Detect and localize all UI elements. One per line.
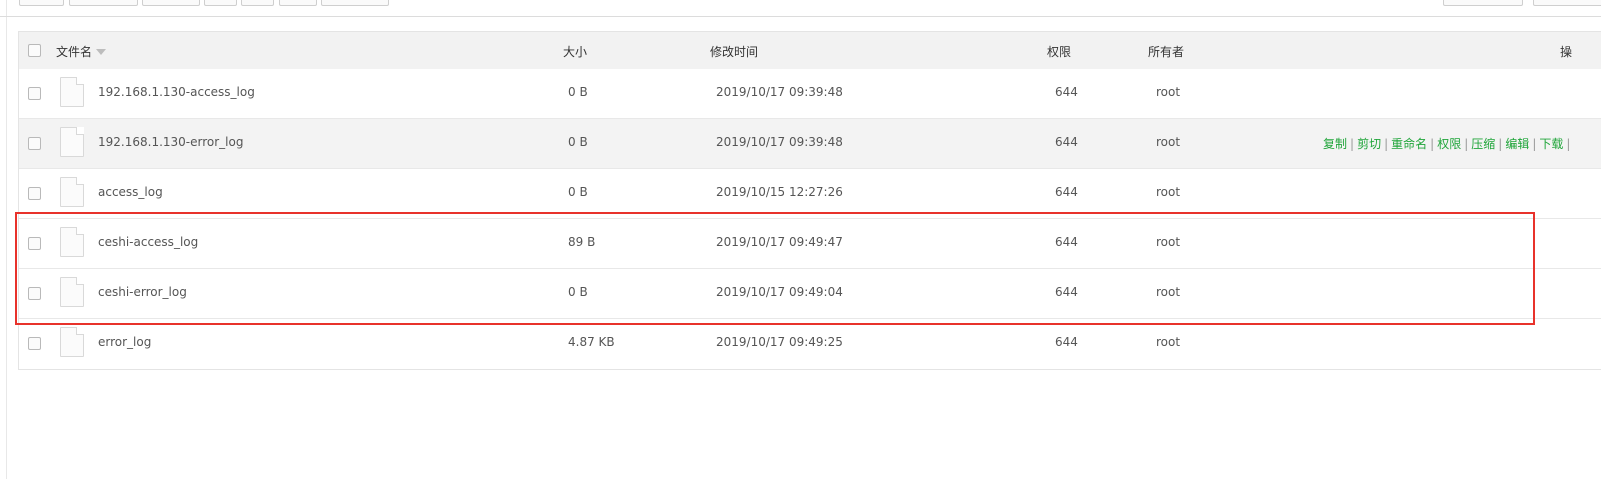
row-actions: 复制 | 剪切 | 重命名 | 权限 | 压缩 | 编辑 | 下载 | [1323,135,1573,152]
header-operations: 操 [1560,45,1573,59]
toolbar-button-right-1[interactable] [1443,0,1523,6]
rename-link[interactable]: 重命名 [1391,137,1427,151]
file-name[interactable]: access_log [98,185,163,199]
file-owner: root [1156,335,1181,349]
action-separator: | [1498,137,1503,151]
header-filename-label: 文件名 [56,45,93,59]
file-name[interactable]: 192.168.1.130-error_log [98,135,243,149]
file-permission[interactable]: 644 [1055,85,1078,99]
file-owner: root [1156,185,1181,199]
toolbar-button-5[interactable] [241,0,274,6]
header-owner[interactable]: 所有者 [1148,43,1184,60]
header-permission[interactable]: 权限 [1047,43,1071,60]
file-owner: root [1156,135,1181,149]
table-row[interactable]: error_log 4.87 KB 2019/10/17 09:49:25 64… [19,319,1601,368]
action-separator: | [1532,137,1537,151]
toolbar-button-2[interactable] [69,0,138,6]
cut-link[interactable]: 剪切 [1357,137,1381,151]
table-row[interactable]: access_log 0 B 2019/10/15 12:27:26 644 r… [19,169,1601,219]
action-separator: | [1384,137,1389,151]
action-separator: | [1350,137,1355,151]
row-checkbox[interactable] [28,337,41,350]
file-mtime: 2019/10/17 09:39:48 [716,135,843,149]
header-size[interactable]: 大小 [563,43,587,60]
toolbar-button-4[interactable] [204,0,237,6]
file-permission[interactable]: 644 [1055,135,1078,149]
file-name[interactable]: 192.168.1.130-access_log [98,85,255,99]
row-checkbox[interactable] [28,287,41,300]
file-size: 0 B [568,185,588,199]
action-separator: | [1430,137,1435,151]
edit-link[interactable]: 编辑 [1505,137,1529,151]
select-all-checkbox[interactable] [28,44,41,57]
file-permission[interactable]: 644 [1055,285,1078,299]
file-size: 0 B [568,85,588,99]
table-header: 文件名 大小 修改时间 权限 所有者 操 [19,32,1601,70]
action-separator: | [1566,137,1571,151]
file-icon [60,277,84,307]
file-icon [60,227,84,257]
file-permission[interactable]: 644 [1055,235,1078,249]
table-row[interactable]: ceshi-access_log 89 B 2019/10/17 09:49:4… [19,219,1601,269]
copy-link[interactable]: 复制 [1323,137,1347,151]
file-owner: root [1156,285,1181,299]
file-icon [60,177,84,207]
file-size: 0 B [568,285,588,299]
toolbar-button-3[interactable] [142,0,200,6]
toolbar-button-1[interactable] [19,0,64,6]
row-checkbox[interactable] [28,87,41,100]
file-icon [60,327,84,357]
file-icon [60,77,84,107]
toolbar-button-6[interactable] [279,0,317,6]
permission-link[interactable]: 权限 [1437,137,1461,151]
sort-down-icon[interactable] [96,49,107,55]
file-mtime: 2019/10/17 09:49:25 [716,335,843,349]
file-mtime: 2019/10/17 09:49:47 [716,235,843,249]
row-checkbox[interactable] [28,137,41,150]
table-row[interactable]: 192.168.1.130-error_log 0 B 2019/10/17 0… [19,119,1601,169]
file-table: 文件名 大小 修改时间 权限 所有者 操 192.168.1.130-acces… [18,31,1601,370]
file-size: 89 B [568,235,596,249]
toolbar-button-7[interactable] [321,0,389,6]
header-mtime[interactable]: 修改时间 [710,43,758,60]
table-row[interactable]: 192.168.1.130-access_log 0 B 2019/10/17 … [19,69,1601,119]
header-filename[interactable]: 文件名 [56,43,107,60]
file-owner: root [1156,85,1181,99]
file-name[interactable]: error_log [98,335,151,349]
panel-left-border [6,0,7,479]
compress-link[interactable]: 压缩 [1471,137,1495,151]
action-separator: | [1464,137,1469,151]
file-owner: root [1156,235,1181,249]
file-icon [60,127,84,157]
file-mtime: 2019/10/15 12:27:26 [716,185,843,199]
row-checkbox[interactable] [28,237,41,250]
file-mtime: 2019/10/17 09:39:48 [716,85,843,99]
file-size: 0 B [568,135,588,149]
file-permission[interactable]: 644 [1055,185,1078,199]
download-link[interactable]: 下载 [1539,137,1563,151]
file-name[interactable]: ceshi-access_log [98,235,198,249]
row-checkbox[interactable] [28,187,41,200]
file-name[interactable]: ceshi-error_log [98,285,187,299]
file-manager-page: 文件名 大小 修改时间 权限 所有者 操 192.168.1.130-acces… [0,0,1601,479]
file-permission[interactable]: 644 [1055,335,1078,349]
file-mtime: 2019/10/17 09:49:04 [716,285,843,299]
table-row[interactable]: ceshi-error_log 0 B 2019/10/17 09:49:04 … [19,269,1601,319]
file-size: 4.87 KB [568,335,615,349]
toolbar-button-right-2[interactable] [1533,0,1601,6]
toolbar [0,0,1601,17]
